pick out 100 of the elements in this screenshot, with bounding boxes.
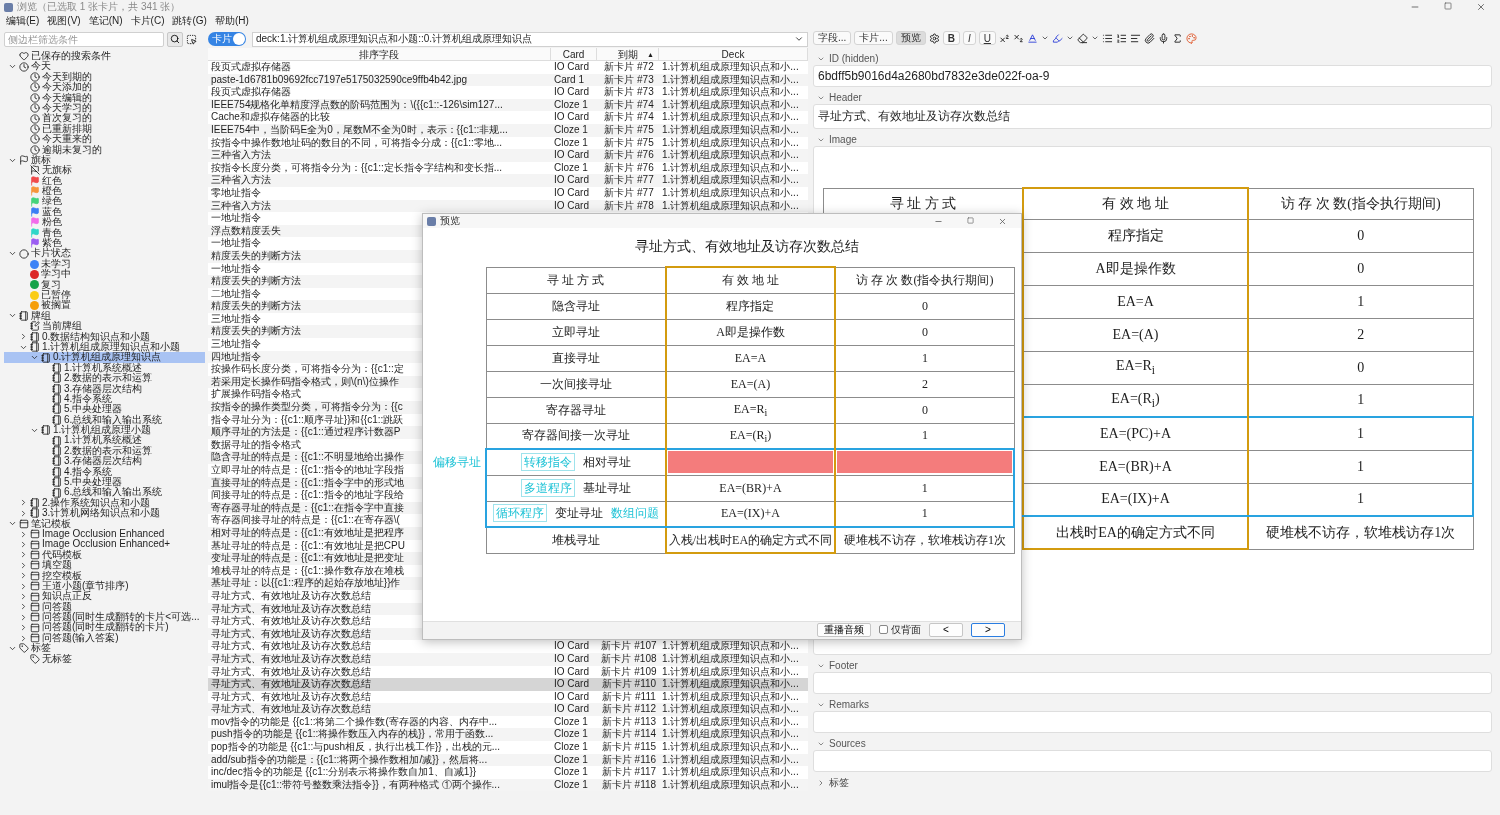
table-cell: 寻址方式、有效地址及访存次数总结 [211, 627, 371, 639]
table-cell: 基址寻址的特点是：{{c1::有效地址是把CPU [211, 539, 405, 551]
table-cell-text: Cloze 1 [553, 136, 589, 150]
table-cell: 硬堆栈不访存，软堆栈访存1次 [1248, 516, 1473, 549]
table-cell: 精度丢失的判断方法 [211, 249, 301, 261]
table-cell: IEEE754中，当阶码E全为0，尾数M不全为0时，表示：{{c1::非规... [211, 123, 508, 135]
table-cell-text: 1.计算机组成原理知识点和小... [661, 753, 800, 766]
table-cell-text: 1.计算机组成原理知识点和小... [661, 61, 800, 74]
table-cell: 0 [835, 319, 1014, 345]
window-title: 浏览（已选取 1 张卡片，共 341 张） [17, 0, 182, 14]
table-cell: 零地址指令 [211, 186, 261, 198]
table-cell-text: 新卡片 #72 [603, 61, 655, 74]
table-cell: 按指令的操作类型分类，可将指令分为：{{c [211, 401, 403, 413]
method-label: 立即寻址 [551, 324, 600, 339]
table-cell-text: 1.计算机组成原理知识点和小... [661, 98, 800, 111]
table-cell: 1 [835, 345, 1014, 371]
table-cell-text: IO Card [553, 703, 590, 716]
table-cell-text: IO Card [553, 690, 590, 704]
table-cell-text: 1.计算机组成原理知识点和小... [661, 741, 800, 754]
method-label: 一次间接寻址 [539, 376, 612, 391]
annotation-label: 多道程序 [520, 478, 575, 497]
table-cell: 程序指定 [665, 293, 836, 319]
table-cell-text: 新卡片 #112 [600, 703, 658, 716]
table-cell-text: 新卡片 #73 [603, 73, 655, 86]
table-cell: 间接寻址的特点是：{{c1::指令的地址字段给 [211, 489, 404, 501]
table-cell: 寻址方式、有效地址及访存次数总结 [211, 652, 371, 664]
table-cell: EA=(BR)+A [665, 475, 836, 501]
table-cell: 变址寻址的特点是：{{c1::有效地址是把变址 [211, 552, 404, 564]
table-cell-text: 1.计算机组成原理知识点和小... [661, 86, 800, 99]
table-cell: 数据寻址的指令格式 [211, 438, 301, 450]
table-cell-text: 新卡片 #75 [603, 136, 655, 149]
table-cell-text: 1.计算机组成原理知识点和小... [661, 703, 800, 716]
table-cell-text: IO Card [553, 111, 590, 124]
table-cell: 0 [835, 293, 1014, 319]
method-label: 相对寻址 [582, 454, 631, 469]
table-cell: 按指令中操作数地址码的数目的不同，可将指令分成：{{c1::零地... [211, 136, 503, 148]
table-cell: A即是操作数 [665, 319, 836, 345]
table-cell-text: 1.计算机组成原理知识点和小... [661, 123, 800, 137]
table-cell: EA=(A) [1023, 318, 1248, 351]
table-cell: 三种省入方法 [211, 199, 271, 211]
table-cell: 寻址方式、有效地址及访存次数总结 [211, 703, 371, 715]
table-cell-text: IO Card [553, 86, 590, 99]
table-cell: A即是操作数 [1023, 252, 1248, 285]
table-cell: 四地址指令 [211, 350, 261, 362]
table-cell-text: Cloze 1 [553, 766, 589, 779]
window-title: 预览 [440, 214, 461, 228]
table-cell-text: 新卡片 #111 [601, 690, 657, 703]
column-header: 有 效 地 址 [1023, 188, 1248, 219]
field-label: Header [829, 92, 862, 103]
table-cell: EA=(IX)+A [665, 501, 836, 527]
table-cell: IEEE754规格化单精度浮点数的阶码范围为：\({{c1::-126\sim127... [211, 98, 503, 110]
column-header: 访 存 次 数(指令执行期间) [1248, 188, 1473, 219]
table-cell: 顺序寻址的方法是：{{c1::通过程序计数器P [211, 426, 401, 438]
table-cell: 段页式虚拟存储器 [211, 61, 291, 72]
table-cell: 三地址指令 [211, 338, 261, 350]
table-cell: EA=(A) [665, 371, 836, 397]
table-cell: 程序指定 [1023, 219, 1248, 252]
table-cell-text: 1.计算机组成原理知识点和小... [661, 161, 800, 174]
table-cell: 段页式虚拟存储器 [211, 86, 291, 98]
table-cell-text: 1.计算机组成原理知识点和小... [661, 678, 800, 691]
method-label: 隐含寻址 [551, 298, 600, 313]
annotation-label: 循环程序 [492, 504, 547, 523]
table-cell-text: 1.计算机组成原理知识点和小... [661, 652, 800, 666]
field-label: Sources [829, 738, 866, 749]
table-cell-text: 新卡片 #74 [603, 98, 655, 111]
column-header: 有 效 地 址 [665, 267, 836, 293]
annotation-label: 转移指令 [520, 452, 575, 471]
table-cell-text: 1.计算机组成原理知识点和小... [661, 690, 800, 703]
table-cell-text: 新卡片 #113 [600, 715, 658, 728]
table-cell: EA=A [1023, 285, 1248, 318]
table-cell-text: 新卡片 #108 [600, 652, 658, 666]
field-label: Footer [829, 660, 858, 671]
table-cell: 1 [1248, 417, 1473, 450]
table-cell-text: IO Card [553, 199, 590, 213]
table-cell-text: IO Card [553, 665, 590, 679]
table-cell-text: IO Card [553, 149, 590, 162]
table-cell: 1 [1248, 285, 1473, 318]
table-cell: 1 [835, 501, 1014, 527]
annotation-label: 数组问题 [610, 506, 659, 521]
table-cell: 一地址指令 [211, 237, 261, 249]
table-cell-text: 1.计算机组成原理知识点和小... [661, 778, 800, 792]
table-cell: 一地址指令 [211, 262, 261, 274]
table-cell: inc/dec指令的功能是 {{c1::分别表示将操作数自加1、自减1}} [211, 766, 477, 778]
table-cell: 0 [1248, 219, 1473, 252]
table-cell: EA=(PC)+A [1023, 417, 1248, 450]
table-cell: 直接寻址的特点是：{{c1::指令字中的形式地 [211, 476, 404, 488]
table-cell: EA=(BR)+A [1023, 450, 1248, 483]
table-cell-text: 1.计算机组成原理知识点和小... [661, 640, 800, 653]
table-cell: 若采用定长操作码指令格式，则\(n\)位操作 [211, 375, 399, 387]
table-cell-text: 新卡片 #107 [600, 640, 658, 653]
table-cell: EA=R$_{i}$ [1023, 351, 1248, 384]
checkbox-label: 仅背面 [891, 622, 921, 637]
table-cell-text: Cloze 1 [553, 728, 589, 742]
table-cell: 1 [1248, 483, 1473, 516]
table-cell: 入栈/出栈时EA的确定方式不同 [665, 527, 836, 553]
table-cell: 精度丢失的判断方法 [211, 325, 301, 337]
table-cell: mov指令的功能是 {{c1::将第二个操作数(寄存器的内容、内存中... [211, 715, 498, 727]
table-cell-text: IO Card [553, 640, 590, 653]
table-cell: 基址寻址：以{{c1::程序的起始存放地址}}作 [211, 577, 401, 589]
table-cell-text: 1.计算机组成原理知识点和小... [661, 766, 800, 779]
